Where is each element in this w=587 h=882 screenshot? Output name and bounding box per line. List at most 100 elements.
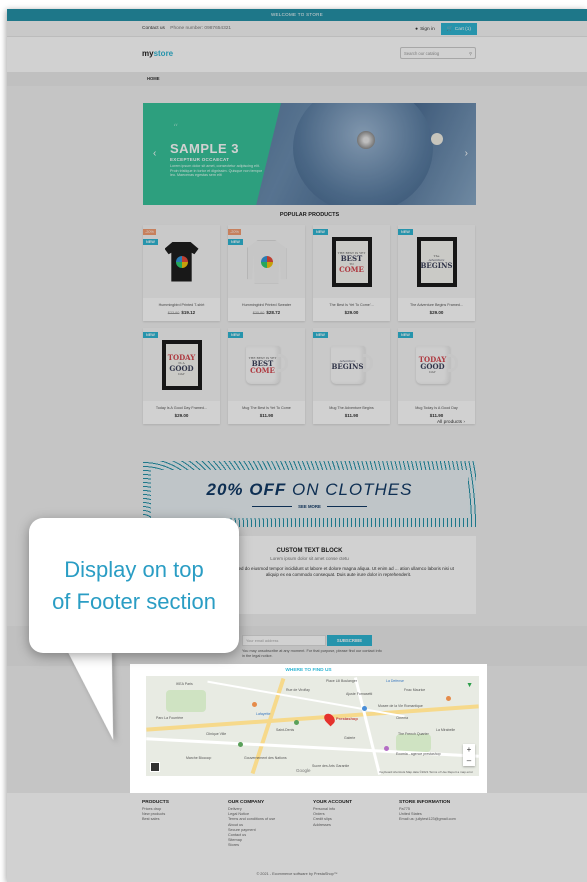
- product-name[interactable]: Hummingbird Printed Sweater: [228, 303, 305, 307]
- map-label: Saint-Denis: [276, 728, 295, 732]
- product-card[interactable]: -20% NEW Hummingbird Printed T-shirt $23…: [143, 225, 220, 321]
- map-label: Rue de Viroflay: [286, 688, 310, 692]
- product-card[interactable]: -20% NEW Hummingbird Printed Sweater $35…: [228, 225, 305, 321]
- all-products-link[interactable]: All products ›: [437, 420, 465, 425]
- product-image[interactable]: Adventure BEGINS NEW: [313, 328, 390, 401]
- contact-info: Contact us Phone number: 0987654321: [142, 26, 231, 31]
- search-icon[interactable]: ⚲: [469, 51, 472, 56]
- mug-handle: [277, 353, 288, 372]
- footer-store-info: STORE INFORMATION Pa775 United States Em…: [399, 800, 456, 823]
- product-card[interactable]: THE BEST IS YET BEST COME NEW Mug The Be…: [228, 328, 305, 424]
- mug-body: Adventure BEGINS: [330, 345, 365, 384]
- product-card[interactable]: Adventure BEGINS NEW Mug The Adventure B…: [313, 328, 390, 424]
- product-card[interactable]: The Adventure BEGINS NEW The Adventure B…: [398, 225, 475, 321]
- see-more-link[interactable]: SEE MORE: [298, 504, 321, 509]
- product-card[interactable]: THE BEST IS YET BEST TO COME NEW The Bes…: [313, 225, 390, 321]
- footer-link[interactable]: Best sales: [142, 817, 169, 822]
- mug-text: COME: [250, 365, 275, 375]
- footer-link[interactable]: Addresses: [313, 823, 352, 828]
- product-price: $35.90 $28.72: [228, 310, 305, 315]
- map-label: IKEA Paris: [176, 682, 193, 686]
- contact-link[interactable]: Contact us: [142, 26, 165, 31]
- product-image[interactable]: -20% NEW: [143, 225, 220, 298]
- newsletter-note: You may unsubscribe at any moment. For t…: [242, 649, 382, 658]
- see-more-row: SEE MORE: [252, 504, 367, 509]
- product-image[interactable]: TODAY IS A GOOD DAY NEW: [143, 328, 220, 401]
- new-badge: NEW: [313, 229, 328, 235]
- discount-badge: -20%: [143, 229, 156, 235]
- slider-next-icon[interactable]: ›: [465, 148, 468, 159]
- callout-text: Display on top of Footer section: [52, 554, 216, 618]
- product-name[interactable]: The Adventure Begins Framed...: [398, 303, 475, 307]
- callout-line: Display on top: [64, 556, 204, 582]
- map-label: La Mirabelle: [436, 728, 456, 732]
- sale-price: $19.12: [181, 310, 196, 315]
- breadcrumb: HOME: [7, 72, 587, 86]
- map-label: Clinique Ville: [206, 732, 227, 736]
- footer-link[interactable]: Terms and conditions of use: [228, 817, 275, 822]
- product-card[interactable]: TODAY GOOD DAY NEW Mug Today Is A Good D…: [398, 328, 475, 424]
- footer-heading: PRODUCTS: [142, 800, 169, 805]
- product-price: $11.90: [429, 413, 444, 418]
- map-label: Parc La Fourrière: [156, 716, 184, 720]
- product-image[interactable]: THE BEST IS YET BEST COME NEW: [228, 328, 305, 401]
- map-attribution[interactable]: Keyboard shortcuts Map data ©2021 Terms …: [379, 770, 473, 774]
- mug-image: TODAY GOOD DAY: [415, 345, 458, 384]
- poster-text: COME: [339, 264, 364, 274]
- site-footer: PRODUCTS Prices drop New products Best s…: [7, 793, 587, 882]
- product-name[interactable]: The Best Is Yet To Come'...: [313, 303, 390, 307]
- search-placeholder: Search our catalog: [404, 50, 440, 56]
- divider: [326, 505, 367, 507]
- map-poi: [294, 720, 299, 725]
- footer-heading: STORE INFORMATION: [399, 800, 451, 805]
- top-nav: Contact us Phone number: 0987654321 ● Si…: [7, 21, 587, 37]
- product-image[interactable]: THE BEST IS YET BEST TO COME NEW: [313, 225, 390, 298]
- pin-badge: [431, 133, 443, 145]
- logo-accent: store: [153, 49, 174, 58]
- product-card[interactable]: TODAY IS A GOOD DAY NEW Today Is A Good …: [143, 328, 220, 424]
- map-label: Ecomia - agence prestashop: [396, 752, 441, 756]
- product-name[interactable]: Mug The Adventure Begins: [313, 406, 390, 410]
- search-input[interactable]: Search our catalog ⚲: [400, 47, 476, 59]
- breadcrumb-home[interactable]: HOME: [147, 76, 160, 81]
- product-price: $29.00: [174, 413, 189, 418]
- new-badge: NEW: [228, 239, 243, 245]
- mug-text: DAY: [429, 369, 436, 374]
- product-name[interactable]: Mug The Best Is Yet To Come: [228, 406, 305, 410]
- email-field[interactable]: Your email address: [242, 635, 326, 646]
- mug-image: THE BEST IS YET BEST COME: [245, 345, 288, 384]
- promo-bold: 20% OFF: [206, 479, 287, 499]
- copyright[interactable]: © 2021 - Ecommerce software by PrestaSho…: [7, 872, 587, 876]
- product-image[interactable]: TODAY GOOD DAY NEW: [398, 328, 475, 401]
- mug-handle: [447, 353, 458, 372]
- map-label: Musee de la Vie Romantique: [378, 704, 423, 708]
- product-name[interactable]: Today Is A Good Day Framed...: [143, 406, 220, 410]
- store-email[interactable]: Email us: jullytest123@gmail.com: [399, 817, 456, 822]
- street-view-icon[interactable]: [150, 762, 160, 772]
- slider-prev-icon[interactable]: ‹: [153, 148, 156, 159]
- mug-body: TODAY GOOD DAY: [415, 345, 450, 384]
- zoom-out-icon[interactable]: –: [463, 755, 475, 766]
- subscribe-button[interactable]: SUBSCRIBE: [327, 635, 372, 646]
- map-poi: [384, 746, 389, 751]
- phone-number: Phone number: 0987654321: [170, 26, 232, 31]
- google-map[interactable]: Place Lili Boulanger La Defense Rue de V…: [146, 676, 479, 776]
- product-name[interactable]: Hummingbird Printed T-shirt: [143, 303, 220, 307]
- sign-in-link[interactable]: ● Sign in: [415, 27, 435, 32]
- cart-button[interactable]: 🛒 Cart (1): [440, 23, 477, 35]
- map-poi: [362, 706, 367, 711]
- zoom-control[interactable]: + –: [463, 744, 475, 766]
- product-image[interactable]: -20% NEW: [228, 225, 305, 298]
- divider: [252, 505, 293, 507]
- map-label: Galerie: [344, 736, 356, 740]
- hero-slider[interactable]: “ SAMPLE 3 EXCEPTEUR OCCAECAT Lorem ipsu…: [143, 103, 476, 205]
- logo-main: my: [142, 49, 154, 58]
- product-price: $29.00: [429, 310, 444, 315]
- promo-rest: ON CLOTHES: [286, 479, 413, 499]
- store-logo[interactable]: mystore: [142, 49, 173, 58]
- product-name[interactable]: Mug Today Is A Good Day: [398, 406, 475, 410]
- footer-link[interactable]: Stores: [228, 843, 275, 848]
- zoom-in-icon[interactable]: +: [463, 744, 475, 755]
- map-label: Place Lili Boulanger: [326, 679, 357, 683]
- product-image[interactable]: The Adventure BEGINS NEW: [398, 225, 475, 298]
